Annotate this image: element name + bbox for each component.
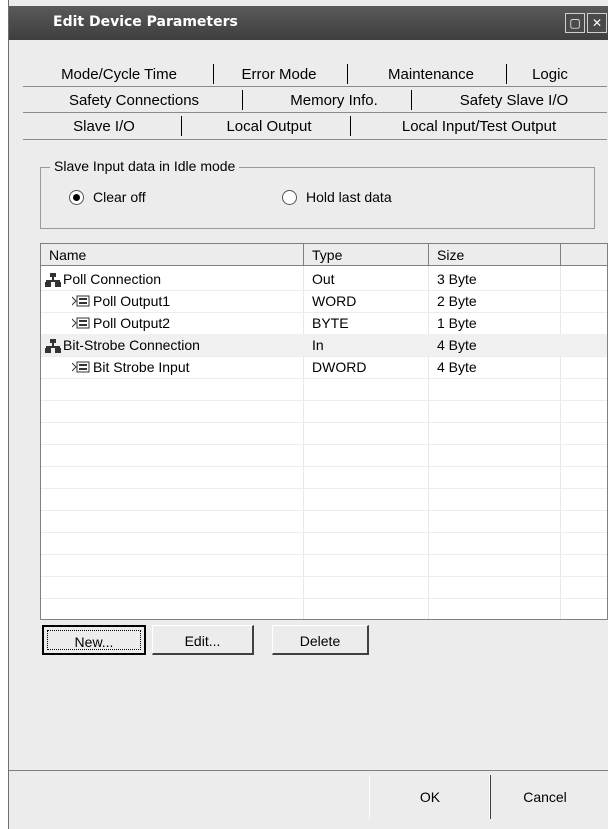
- empty-row: [41, 510, 607, 533]
- tab-maintenance[interactable]: Maintenance: [361, 64, 501, 86]
- row-name: Bit Strobe Input: [93, 359, 190, 375]
- tab-safety-slave-io[interactable]: Safety Slave I/O: [434, 90, 594, 112]
- tab-row-line: [23, 112, 607, 113]
- tab-slave-io[interactable]: Slave I/O: [39, 116, 169, 138]
- delete-button[interactable]: Delete: [272, 625, 369, 655]
- edit-button[interactable]: Edit...: [152, 625, 254, 655]
- tab-mode-cycle-time[interactable]: Mode/Cycle Time: [39, 64, 199, 86]
- row-size: 2 Byte: [437, 293, 477, 309]
- empty-row: [41, 400, 607, 423]
- tab-separator: [213, 64, 214, 84]
- row-type: Out: [312, 271, 335, 287]
- tab-logic[interactable]: Logic: [515, 64, 585, 86]
- tab-separator: [242, 90, 243, 110]
- tab-local-output[interactable]: Local Output: [199, 116, 339, 138]
- tab-error-mode[interactable]: Error Mode: [224, 64, 334, 86]
- tab-safety-connections[interactable]: Safety Connections: [49, 90, 219, 112]
- row-type: DWORD: [312, 359, 367, 375]
- new-button[interactable]: New...: [42, 625, 146, 655]
- row-type: BYTE: [312, 315, 349, 331]
- row-size: 4 Byte: [437, 337, 477, 353]
- idle-mode-legend: Slave Input data in Idle mode: [50, 158, 240, 174]
- table-row[interactable]: Poll Output2 BYTE 1 Byte: [41, 312, 607, 335]
- column-header-size[interactable]: Size: [429, 244, 561, 266]
- radio-hold-last-data-label[interactable]: Hold last data: [306, 189, 392, 205]
- ok-button[interactable]: OK: [369, 775, 491, 819]
- row-name: Poll Output1: [93, 293, 171, 309]
- table-row[interactable]: Bit Strobe Input DWORD 4 Byte: [41, 356, 607, 379]
- radio-hold-last-data[interactable]: [282, 190, 297, 205]
- io-tag-icon: [72, 295, 90, 307]
- tab-separator: [347, 64, 348, 84]
- row-type: In: [312, 337, 324, 353]
- row-name: Bit-Strobe Connection: [63, 337, 200, 353]
- tab-local-input-test-output[interactable]: Local Input/Test Output: [379, 116, 579, 138]
- tab-memory-info[interactable]: Memory Info.: [269, 90, 399, 112]
- maximize-icon[interactable]: ▢: [565, 13, 585, 33]
- empty-row: [41, 554, 607, 577]
- empty-row: [41, 422, 607, 445]
- empty-row: [41, 488, 607, 511]
- table-row[interactable]: Bit-Strobe Connection In 4 Byte: [41, 334, 607, 357]
- title-bar[interactable]: Edit Device Parameters ▢ ✕: [9, 6, 608, 40]
- dialog-window: Edit Device Parameters ▢ ✕ Mode/Cycle Ti…: [8, 0, 608, 829]
- column-header-type[interactable]: Type: [304, 244, 429, 266]
- radio-clear-off-label[interactable]: Clear off: [93, 189, 146, 205]
- radio-clear-off[interactable]: [69, 190, 84, 205]
- tab-separator: [350, 116, 351, 136]
- row-size: 3 Byte: [437, 271, 477, 287]
- io-table[interactable]: Name Type Size Poll Connection Out 3 Byt…: [40, 243, 608, 620]
- connection-icon: [45, 273, 61, 287]
- row-name: Poll Connection: [63, 271, 162, 287]
- column-header-blank: [561, 244, 607, 266]
- io-tag-icon: [72, 317, 90, 329]
- tab-row-line: [23, 86, 607, 87]
- empty-row: [41, 532, 607, 555]
- empty-row: [41, 576, 607, 599]
- io-tag-icon: [72, 361, 90, 373]
- empty-row: [41, 466, 607, 489]
- row-size: 1 Byte: [437, 315, 477, 331]
- empty-row: [41, 378, 607, 401]
- window-title: Edit Device Parameters: [53, 14, 238, 30]
- close-icon[interactable]: ✕: [587, 13, 607, 33]
- table-row[interactable]: Poll Output1 WORD 2 Byte: [41, 290, 607, 313]
- column-header-name[interactable]: Name: [41, 244, 304, 266]
- cancel-button[interactable]: Cancel: [489, 775, 600, 819]
- footer-divider: [9, 770, 608, 771]
- tab-separator: [411, 90, 412, 110]
- connection-icon: [45, 339, 61, 353]
- row-size: 4 Byte: [437, 359, 477, 375]
- tab-separator: [181, 116, 182, 136]
- empty-row: [41, 444, 607, 467]
- tab-separator: [506, 64, 507, 84]
- row-type: WORD: [312, 293, 357, 309]
- row-name: Poll Output2: [93, 315, 171, 331]
- table-row[interactable]: Poll Connection Out 3 Byte: [41, 268, 607, 291]
- tab-row-line: [23, 139, 607, 140]
